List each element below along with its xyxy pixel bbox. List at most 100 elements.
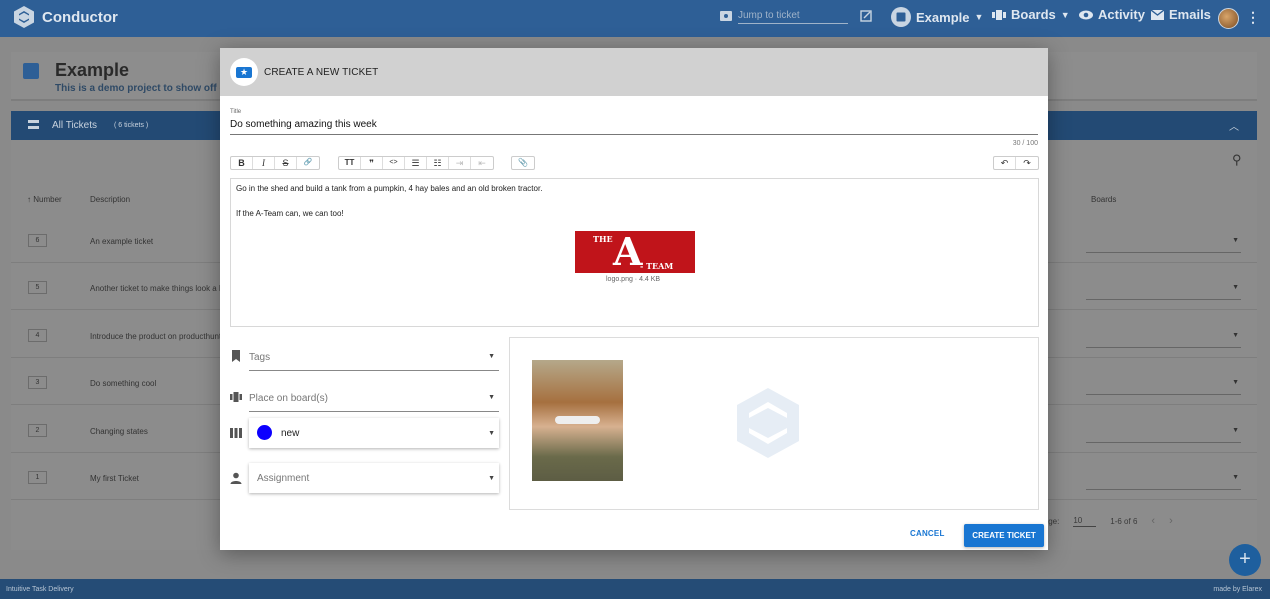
nav-boards-label: Boards (1011, 7, 1056, 22)
ticket-count: ( 6 tickets ) (114, 122, 149, 129)
nav-emails-label: Emails (1169, 7, 1211, 22)
ticket-icon (720, 11, 732, 21)
ticket-description: Do something cool (90, 379, 157, 388)
chevron-up-icon[interactable]: ︿ (1229, 118, 1239, 133)
format-group: B I S 🔗 (230, 156, 320, 170)
rows-per-page-select[interactable]: 10 (1073, 516, 1097, 527)
create-ticket-button[interactable]: CREATE TICKET (964, 524, 1044, 547)
board-icon (23, 63, 39, 79)
nav-activity[interactable]: Activity (1079, 7, 1145, 22)
state-value: new (281, 428, 300, 439)
boards-select[interactable]: Place on board(s) ▼ (249, 382, 499, 412)
indent-button[interactable]: ⇥ (449, 157, 471, 169)
editor-paragraph: If the A-Team can, we can too! (236, 209, 344, 218)
board-menu[interactable]: Example ▼ (891, 7, 983, 27)
link-button[interactable]: 🔗 (297, 157, 319, 169)
search-icon[interactable]: ⚲ (1232, 152, 1242, 168)
boards-select[interactable] (1086, 472, 1241, 490)
boards-select[interactable] (1086, 377, 1241, 395)
next-page-icon[interactable]: › (1169, 515, 1173, 527)
tags-select[interactable]: Tags ▼ (249, 341, 499, 371)
ticket-number: 2 (28, 424, 47, 437)
assignment-placeholder: Assignment (257, 473, 310, 484)
ticket-description: Another ticket to make things look a b (90, 284, 224, 293)
open-external-icon[interactable] (860, 10, 872, 22)
dropdown-arrow-icon: ▼ (488, 394, 495, 401)
tags-icon (232, 350, 240, 362)
attach-file-button[interactable]: 📎 (512, 157, 534, 169)
code-button[interactable]: <> (383, 157, 405, 169)
boards-select[interactable] (1086, 330, 1241, 348)
columns-icon (230, 428, 242, 438)
dropdown-arrow-icon: ▼ (488, 475, 495, 482)
boards-select[interactable] (1086, 425, 1241, 443)
prev-page-icon[interactable]: ‹ (1151, 515, 1155, 527)
pagination-range: 1-6 of 6 (1110, 516, 1138, 526)
undo-button[interactable]: ↶ (994, 157, 1016, 169)
chevron-down-icon: ▼ (1060, 9, 1070, 20)
state-row: new ▼ (230, 418, 500, 448)
ordered-list-button[interactable]: ☷ (427, 157, 449, 169)
table-pagination: er page: 10 1-6 of 6 ‹ › (1030, 515, 1173, 527)
boards-row: Place on board(s) ▼ (230, 382, 500, 412)
avatar[interactable] (1218, 8, 1239, 29)
assignment-select[interactable]: Assignment ▼ (249, 463, 499, 493)
logo-text-the: THE (593, 234, 613, 244)
boards-select[interactable] (1086, 282, 1241, 300)
ticket-number: 3 (28, 376, 47, 389)
state-color-dot (257, 425, 272, 440)
editor-paragraph: Go in the shed and build a tank from a p… (236, 184, 543, 193)
page-subtitle: This is a demo project to show off co (55, 83, 232, 94)
ticket-description: Changing states (90, 427, 148, 436)
a-team-logo-image[interactable]: THE A - TEAM (575, 231, 695, 273)
eye-icon (1079, 10, 1093, 19)
strikethrough-button[interactable]: S (275, 157, 297, 169)
brand[interactable]: Conductor (12, 5, 118, 29)
bullet-list-button[interactable]: ☰ (405, 157, 427, 169)
editor-toolbar: B I S 🔗 TT ❞ <> ☰ ☷ ⇥ ⇤ 📎 ↶ ↷ (230, 155, 1039, 175)
ticket-number: 4 (28, 329, 47, 342)
description-editor[interactable]: Go in the shed and build a tank from a p… (230, 178, 1039, 327)
bold-button[interactable]: B (231, 157, 253, 169)
dropdown-arrow-icon: ▼ (488, 353, 495, 360)
app-bar: Conductor Example ▼ Boards ▼ (0, 0, 1270, 37)
add-ticket-button[interactable]: + (1229, 544, 1261, 576)
a-team-photo[interactable] (532, 360, 623, 481)
cancel-button[interactable]: CANCEL (910, 529, 945, 538)
blockquote-button[interactable]: ❞ (361, 157, 383, 169)
footer: Intuitive Task Delivery made by Elarex (0, 579, 1270, 599)
title-field[interactable]: Do something amazing this week (230, 119, 1038, 135)
jump-to-ticket-input[interactable] (738, 8, 848, 24)
conductor-logo-icon (14, 6, 34, 28)
italic-button[interactable]: I (253, 157, 275, 169)
column-header-number[interactable]: ↑ Number (27, 195, 62, 204)
tags-placeholder: Tags (249, 352, 271, 363)
image-caption: logo.png · 4.4 KB (606, 276, 661, 283)
block-group: TT ❞ <> ☰ ☷ ⇥ ⇤ (338, 156, 494, 170)
column-header-boards[interactable]: Boards (1091, 195, 1116, 204)
jump-to-ticket (720, 8, 872, 24)
nav-activity-label: Activity (1098, 7, 1145, 22)
column-header-description[interactable]: Description (90, 195, 130, 204)
dialog-header: ★ CREATE A NEW TICKET (220, 48, 1048, 96)
title-char-counter: 30 / 100 (1012, 140, 1038, 147)
boards-select[interactable] (1086, 235, 1241, 253)
logo-text-team: - TEAM (640, 261, 674, 271)
ticket-number: 5 (28, 281, 47, 294)
board-icon (891, 7, 911, 27)
heading-button[interactable]: TT (339, 157, 361, 169)
ticket-number: 6 (28, 234, 47, 247)
redo-button[interactable]: ↷ (1016, 157, 1038, 169)
ticket-description: My first Ticket (90, 474, 139, 483)
outdent-button[interactable]: ⇤ (471, 157, 493, 169)
nav-boards[interactable]: Boards ▼ (992, 7, 1070, 22)
state-select[interactable]: new ▼ (249, 418, 499, 448)
more-vert-icon[interactable]: ⋮ (1246, 9, 1260, 26)
footer-credit[interactable]: made by Elarex (1213, 586, 1262, 593)
nav-emails[interactable]: Emails (1151, 7, 1211, 22)
boards-placeholder: Place on board(s) (249, 393, 328, 404)
create-ticket-dialog: ★ CREATE A NEW TICKET Title Do something… (220, 48, 1048, 550)
boards-icon (230, 392, 242, 402)
dialog-title: CREATE A NEW TICKET (264, 67, 379, 78)
list-icon (28, 120, 39, 129)
